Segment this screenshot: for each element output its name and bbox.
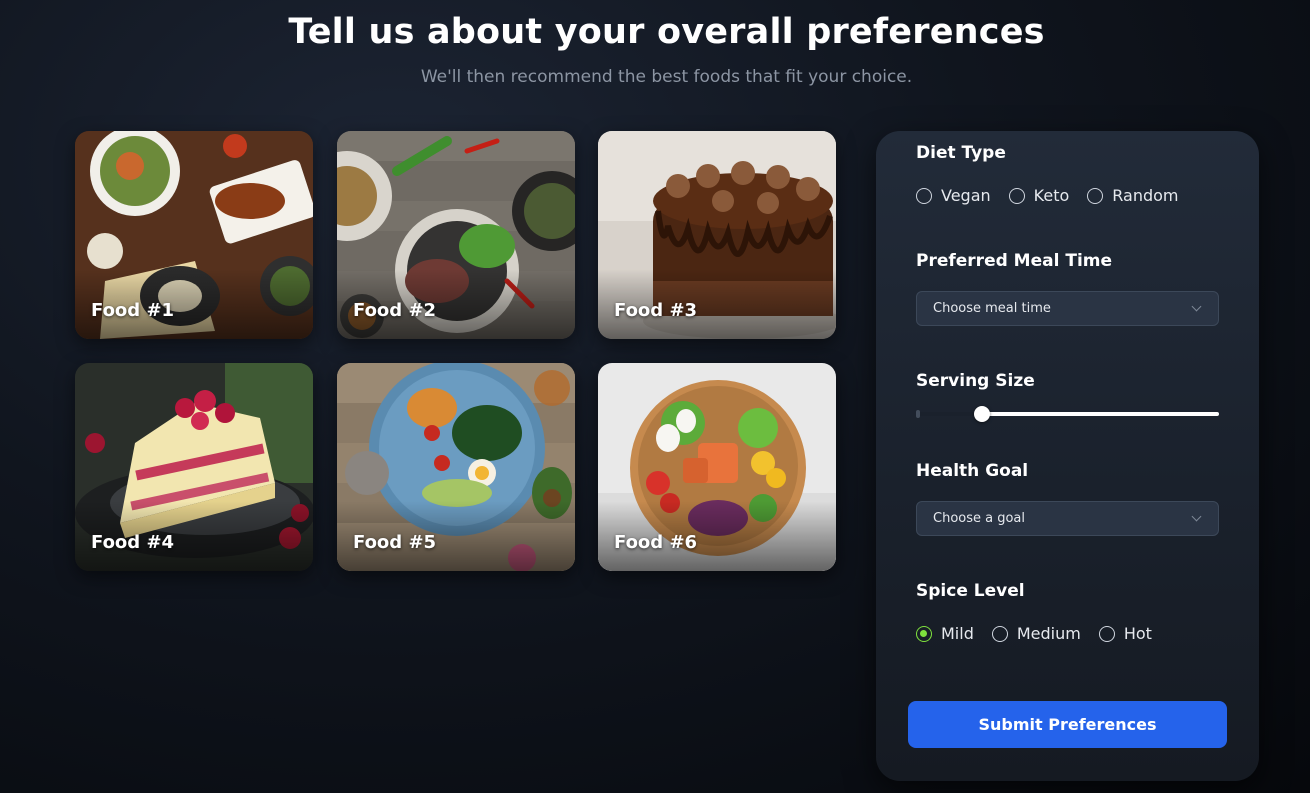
spice-option-medium[interactable]: Medium bbox=[991, 624, 1081, 643]
radio-label: Random bbox=[1112, 186, 1179, 205]
serving-size-slider-track[interactable] bbox=[916, 410, 1219, 418]
spice-level-title: Spice Level bbox=[916, 581, 1025, 601]
radio-label: Hot bbox=[1123, 624, 1152, 643]
chevron-down-icon bbox=[1191, 301, 1202, 312]
food-label-3: Food #3 bbox=[614, 300, 698, 321]
radio-circle[interactable] bbox=[1008, 187, 1025, 204]
food-label-4: Food #4 bbox=[91, 532, 175, 553]
chevron-down-icon bbox=[1191, 511, 1202, 522]
radio-label: Medium bbox=[1016, 624, 1081, 643]
radio-circle[interactable] bbox=[916, 187, 932, 204]
radio-label: Mild bbox=[941, 624, 974, 643]
page-subtitle: We'll then recommend the best foods that… bbox=[420, 67, 913, 87]
diet-type-title: Diet Type bbox=[916, 143, 1006, 163]
meal-time-select[interactable]: Choose meal time bbox=[916, 291, 1219, 326]
food-card-1[interactable]: Food #1 bbox=[75, 131, 313, 339]
page-title: Tell us about your overall preferences bbox=[288, 12, 1045, 52]
radio-label: Keto bbox=[1033, 186, 1070, 205]
meal-time-title: Preferred Meal Time bbox=[916, 251, 1113, 271]
diet-option-random[interactable]: Random bbox=[1087, 186, 1179, 205]
food-label-1: Food #1 bbox=[91, 300, 175, 321]
food-card-2[interactable]: Food #2 bbox=[337, 131, 575, 339]
diet-option-vegan[interactable]: Vegan bbox=[916, 186, 991, 205]
meal-time-placeholder: Choose meal time bbox=[933, 301, 1051, 316]
radio-circle[interactable] bbox=[1098, 625, 1115, 642]
diet-type-group: Vegan Keto Random bbox=[916, 186, 1197, 205]
food-card-5[interactable]: Food #5 bbox=[337, 363, 575, 571]
diet-option-keto[interactable]: Keto bbox=[1008, 186, 1070, 205]
radio-label: Vegan bbox=[941, 186, 991, 205]
radio-circle[interactable] bbox=[1087, 187, 1104, 204]
food-label-5: Food #5 bbox=[353, 532, 437, 553]
submit-preferences-button[interactable]: Submit Preferences bbox=[908, 701, 1227, 748]
health-goal-select[interactable]: Choose a goal bbox=[916, 501, 1219, 536]
spice-level-group: Mild Medium Hot bbox=[916, 624, 1170, 643]
radio-circle-selected[interactable] bbox=[916, 625, 932, 642]
health-goal-placeholder: Choose a goal bbox=[933, 511, 1026, 526]
food-card-4[interactable]: Food #4 bbox=[75, 363, 313, 571]
serving-size-title: Serving Size bbox=[916, 371, 1035, 391]
radio-circle[interactable] bbox=[991, 625, 1008, 642]
preferences-panel: Diet Type Vegan Keto Random Preferred Me… bbox=[876, 131, 1259, 781]
serving-size-slider-thumb[interactable] bbox=[974, 406, 990, 422]
food-label-6: Food #6 bbox=[614, 532, 698, 553]
spice-option-mild[interactable]: Mild bbox=[916, 624, 974, 643]
health-goal-title: Health Goal bbox=[916, 461, 1029, 481]
food-card-6[interactable]: Food #6 bbox=[598, 363, 836, 571]
food-label-2: Food #2 bbox=[353, 300, 437, 321]
spice-option-hot[interactable]: Hot bbox=[1098, 624, 1152, 643]
food-card-3[interactable]: Food #3 bbox=[598, 131, 836, 339]
